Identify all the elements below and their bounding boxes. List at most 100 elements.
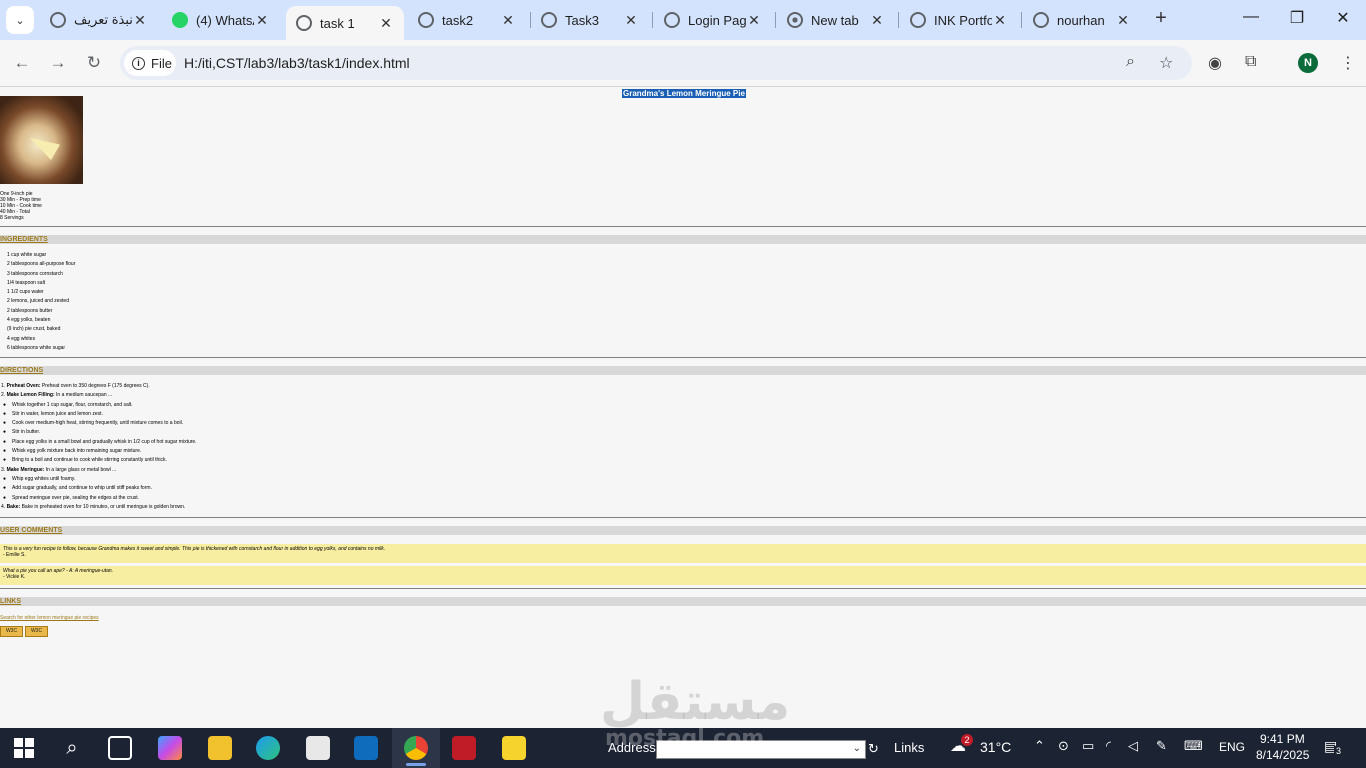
close-icon[interactable]: ✕ (992, 12, 1008, 29)
list-item: 1 1/2 cups water (7, 289, 44, 296)
clock-date[interactable]: 8/14/2025 (1256, 748, 1309, 762)
search-icon[interactable]: ⌕ (60, 736, 84, 760)
bookmark-star-icon[interactable]: ☆ (1159, 53, 1173, 73)
go-refresh-icon[interactable]: ↻ (868, 741, 879, 757)
chrome-icon[interactable] (404, 736, 428, 760)
w3c-badge[interactable]: W3C (0, 626, 23, 637)
menu-kebab-icon[interactable]: ⋮ (1340, 53, 1356, 73)
step-text: In a large glass or metal bowl ... (44, 466, 117, 473)
tab-1[interactable]: (4) WhatsApp ✕ (162, 6, 280, 34)
ingredients-list: 1 cup white sugar 2 tablespoons all-purp… (7, 251, 75, 353)
file-folder-icon[interactable] (502, 736, 526, 760)
close-icon[interactable]: ✕ (500, 12, 516, 29)
edge-browser-icon[interactable] (256, 736, 280, 760)
links-anchor[interactable]: LINKS (0, 597, 21, 606)
step-title: Make Meringue: (6, 466, 45, 473)
language-indicator[interactable]: ENG (1219, 740, 1245, 754)
ingredients-anchor[interactable]: INGREDIENTS (0, 235, 48, 244)
tab-4[interactable]: Task3 ✕ (531, 6, 649, 34)
close-window-icon[interactable]: ✕ (1320, 8, 1366, 28)
weather-alert-badge: 2 (961, 734, 973, 746)
globe-icon (910, 12, 926, 28)
windows-start-icon[interactable] (12, 736, 36, 760)
pen-icon[interactable]: ✎ (1156, 738, 1167, 754)
search-recipes-link[interactable]: Search for other lemon meringue pie reci… (0, 615, 99, 621)
list-item: 1/4 teaspoon salt (7, 279, 46, 286)
directions-list: 1. Preheat Oven: Preheat oven to 350 deg… (1, 382, 197, 512)
tab-8[interactable]: nourhan ✕ (1023, 6, 1141, 34)
chrome-icon (787, 12, 803, 28)
url-text[interactable]: H:/iti,CST/lab3/lab3/task1/index.html (184, 55, 410, 71)
comments-anchor[interactable]: USER COMMENTS (0, 526, 62, 535)
step-title: Make Lemon Filling: (6, 392, 55, 399)
keyboard-icon[interactable]: ⌨ (1184, 738, 1203, 754)
tab-separator (1021, 12, 1022, 28)
chevron-up-icon[interactable]: ⌃ (1034, 738, 1045, 754)
links-toolbar-label[interactable]: Links (894, 740, 924, 755)
globe-icon (418, 12, 434, 28)
tab-5[interactable]: Login Page ✕ (654, 6, 772, 34)
list-item: (9 inch) pie crust, baked (7, 326, 61, 333)
page-title: Grandma's Lemon Meringue Pie (622, 89, 746, 98)
pie-image (0, 96, 83, 184)
tab-3[interactable]: task2 ✕ (408, 6, 526, 34)
directions-anchor[interactable]: DIRECTIONS (0, 366, 43, 375)
tab-2-active[interactable]: task 1 ✕ (286, 6, 404, 40)
extension-globe-icon[interactable]: ◉ (1208, 53, 1222, 73)
tab-7[interactable]: INK Portfolio ✕ (900, 6, 1018, 34)
direction-substep: Whisk egg yolk mixture back into remaini… (1, 447, 197, 456)
snipping-tool-icon[interactable] (452, 736, 476, 760)
step-number: 2. (1, 392, 6, 399)
ingredients-header: INGREDIENTS (0, 235, 1366, 244)
file-explorer-icon[interactable] (208, 736, 232, 760)
step-number: 4. (1, 503, 6, 510)
close-icon[interactable]: ✕ (132, 12, 148, 29)
zoom-icon[interactable]: ⌕ (1126, 53, 1135, 71)
address-bar[interactable]: i File H:/iti,CST/lab3/lab3/task1/index.… (120, 46, 1192, 80)
restore-icon[interactable]: ❐ (1274, 8, 1320, 28)
battery-icon[interactable]: ▭ (1082, 738, 1094, 754)
microsoft-store-icon[interactable] (306, 736, 330, 760)
tab-separator (652, 12, 653, 28)
forward-arrow-icon[interactable]: → (46, 52, 70, 76)
w3c-badge[interactable]: W3C (25, 626, 48, 637)
close-icon[interactable]: ✕ (1115, 12, 1131, 29)
chevron-down-icon[interactable]: ⌄ (853, 743, 861, 754)
site-info-chip[interactable]: i File (124, 50, 176, 76)
comment-card: What a pie you call an ape? - A: A merin… (0, 566, 1366, 585)
back-arrow-icon[interactable]: ← (10, 52, 34, 76)
task-view-icon[interactable] (108, 736, 132, 760)
extensions-puzzle-icon[interactable]: ⧉ (1245, 53, 1256, 71)
tab-strip: ⌄ نبذة تعريف ✕ (4) WhatsApp ✕ task 1 ✕ t… (0, 0, 1366, 40)
tab-0[interactable]: نبذة تعريف ✕ (40, 6, 158, 34)
list-item: 4 egg yolks, beaten (7, 317, 51, 324)
temperature-readout[interactable]: 31°C (980, 739, 1011, 755)
close-icon[interactable]: ✕ (869, 12, 885, 29)
wifi-icon[interactable]: ◜ (1106, 738, 1111, 754)
tab-search-button[interactable]: ⌄ (6, 6, 34, 34)
chevron-down-icon: ⌄ (15, 14, 25, 27)
list-item: 4 egg whites (7, 335, 36, 342)
links-header: LINKS (0, 597, 1366, 606)
divider (0, 226, 1366, 227)
volume-icon[interactable]: ◁ (1128, 738, 1138, 754)
meet-now-icon[interactable]: ⊙ (1058, 738, 1069, 754)
reload-icon[interactable]: ↻ (82, 52, 106, 76)
comments-header: USER COMMENTS (0, 526, 1366, 535)
direction-substep: Cook over medium-high heat, stirring fre… (1, 419, 197, 428)
close-icon[interactable]: ✕ (746, 12, 762, 29)
close-icon[interactable]: ✕ (623, 12, 639, 29)
copilot-icon[interactable] (158, 736, 182, 760)
outlook-icon[interactable] (354, 736, 378, 760)
direction-step: 2. Make Lemon Filling: In a medium sauce… (1, 391, 197, 400)
close-icon[interactable]: ✕ (254, 12, 270, 29)
clock-time[interactable]: 9:41 PM (1260, 732, 1305, 746)
profile-avatar[interactable]: N (1298, 53, 1318, 73)
direction-substep: Whip egg whites until foamy. (1, 475, 197, 484)
new-tab-plus-icon[interactable]: + (1150, 8, 1172, 30)
minimize-icon[interactable]: — (1228, 8, 1274, 26)
step-title: Bake: (6, 503, 21, 510)
close-icon[interactable]: ✕ (378, 15, 394, 32)
direction-step: 1. Preheat Oven: Preheat oven to 350 deg… (1, 382, 197, 391)
tab-6[interactable]: New tab ✕ (777, 6, 895, 34)
